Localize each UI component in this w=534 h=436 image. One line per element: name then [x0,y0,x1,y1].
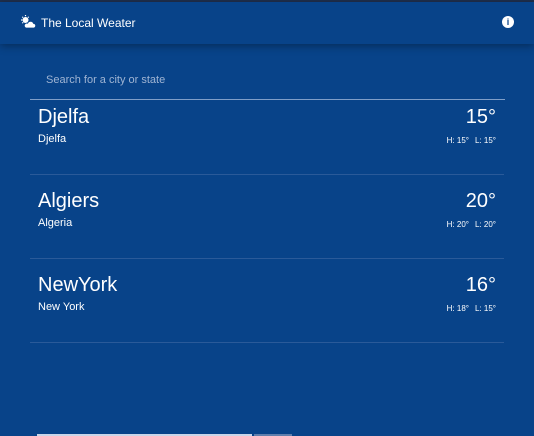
app-title: The Local Weater [41,16,136,30]
city-name: NewYork [38,274,118,296]
high-low-temperature: H: 15° L: 15° [447,136,496,146]
app-bar: The Local Weater i [0,2,534,44]
cloud-sun-icon [21,15,36,29]
city-name: Djelfa [38,106,90,128]
city-name: Algiers [38,190,100,212]
current-temperature: 15° [465,106,496,128]
city-region: Algeria [38,217,73,229]
current-temperature: 16° [465,274,496,296]
high-temperature: H: 15° [446,136,469,145]
high-temperature: H: 18° [446,304,469,313]
city-card-djelfa[interactable]: Djelfa Djelfa 15° H: 15° L: 15° [30,90,504,175]
current-temperature: 20° [465,190,496,212]
info-icon[interactable]: i [502,16,514,28]
weather-app: The Local Weater i Djelfa Djelfa 15° H: … [0,0,534,436]
low-temperature: L: 15° [475,304,496,313]
high-low-temperature: H: 18° L: 15° [447,304,496,314]
low-temperature: L: 20° [475,220,496,229]
city-region: Djelfa [38,133,67,145]
city-card-newyork[interactable]: NewYork New York 16° H: 18° L: 15° [30,258,504,343]
city-card-algiers[interactable]: Algiers Algeria 20° H: 20° L: 20° [30,174,504,259]
city-region: New York [38,301,85,313]
low-temperature: L: 15° [475,136,496,145]
high-low-temperature: H: 20° L: 20° [447,220,496,230]
high-temperature: H: 20° [446,220,469,229]
